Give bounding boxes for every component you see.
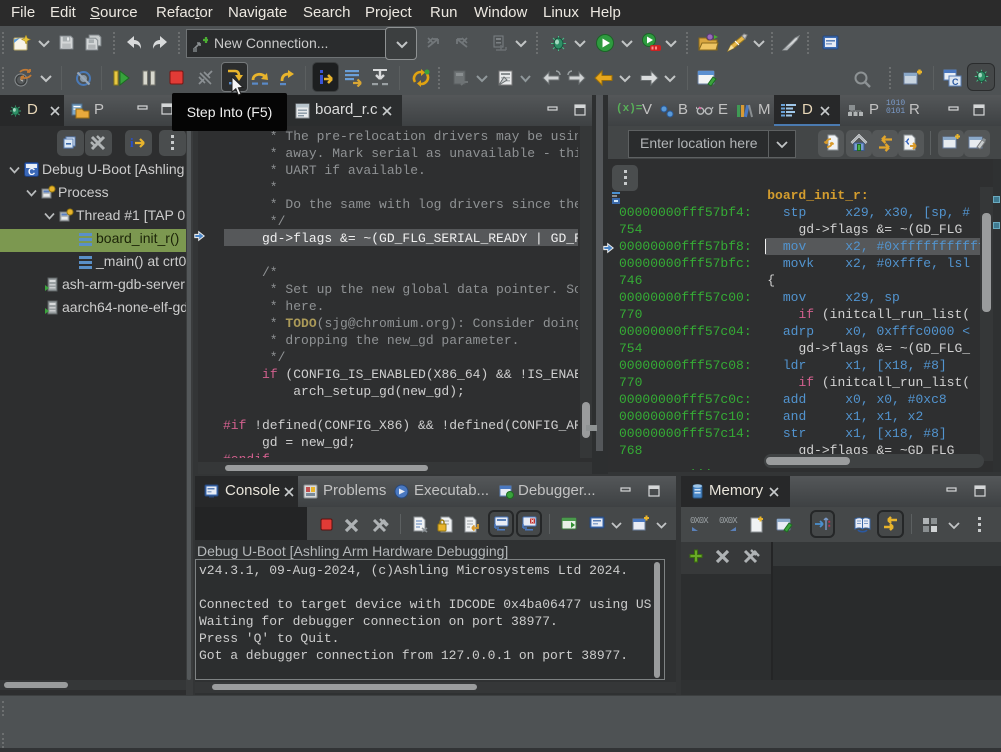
svg-text:C: C	[952, 77, 959, 87]
svg-text:C: C	[28, 167, 35, 177]
svg-text:i: i	[130, 135, 134, 150]
